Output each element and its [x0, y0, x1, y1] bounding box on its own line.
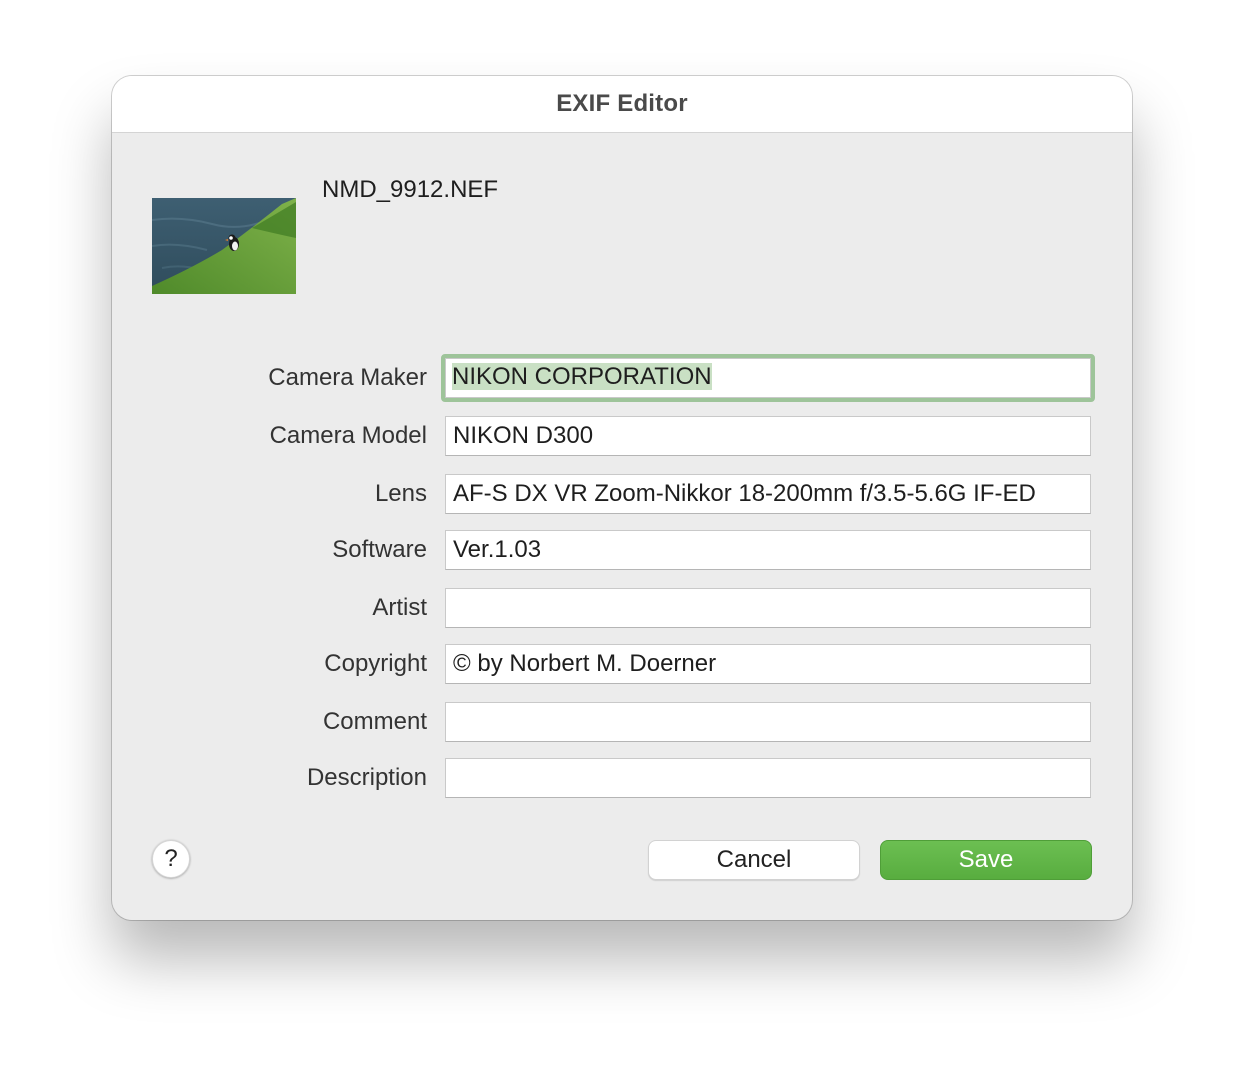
field-row-lens: Lens AF-S DX VR Zoom-Nikkor 18-200mm f/3…	[112, 474, 1132, 514]
field-row-comment: Comment	[112, 702, 1132, 742]
artist-input[interactable]	[445, 588, 1091, 628]
field-row-description: Description	[112, 758, 1132, 798]
camera-model-input[interactable]: NIKON D300	[445, 416, 1091, 456]
artist-label: Artist	[372, 594, 427, 621]
field-row-software: Software Ver.1.03	[112, 530, 1132, 570]
puffin-photo-icon	[152, 198, 296, 294]
description-input[interactable]	[445, 758, 1091, 798]
file-name: NMD_9912.NEF	[322, 176, 499, 203]
field-row-camera-maker: Camera Maker NIKON CORPORATION	[112, 354, 1132, 402]
cancel-button[interactable]: Cancel	[648, 840, 860, 880]
camera-model-label: Camera Model	[269, 422, 427, 449]
field-row-copyright: Copyright © by Norbert M. Doerner	[112, 644, 1132, 684]
software-label: Software	[332, 536, 427, 563]
camera-maker-input[interactable]: NIKON CORPORATION	[441, 354, 1095, 402]
exif-editor-window: EXIF Editor NMD_9912.NEF Camera Maker NI…	[112, 76, 1132, 920]
comment-input[interactable]	[445, 702, 1091, 742]
copyright-input[interactable]: © by Norbert M. Doerner	[445, 644, 1091, 684]
comment-label: Comment	[322, 708, 427, 735]
help-button[interactable]: ?	[152, 840, 190, 878]
camera-maker-value: NIKON CORPORATION	[452, 363, 712, 390]
camera-maker-label: Camera Maker	[268, 364, 427, 391]
field-row-artist: Artist	[112, 588, 1132, 628]
field-row-camera-model: Camera Model NIKON D300	[112, 416, 1132, 456]
lens-input[interactable]: AF-S DX VR Zoom-Nikkor 18-200mm f/3.5-5.…	[445, 474, 1091, 514]
description-label: Description	[306, 764, 427, 791]
photo-thumbnail	[152, 198, 296, 294]
lens-label: Lens	[374, 480, 427, 507]
software-input[interactable]: Ver.1.03	[445, 530, 1091, 570]
title-bar: EXIF Editor	[112, 76, 1132, 133]
question-mark-icon: ?	[164, 845, 178, 872]
save-button[interactable]: Save	[880, 840, 1092, 880]
copyright-label: Copyright	[324, 650, 427, 677]
window-title: EXIF Editor	[556, 90, 688, 117]
